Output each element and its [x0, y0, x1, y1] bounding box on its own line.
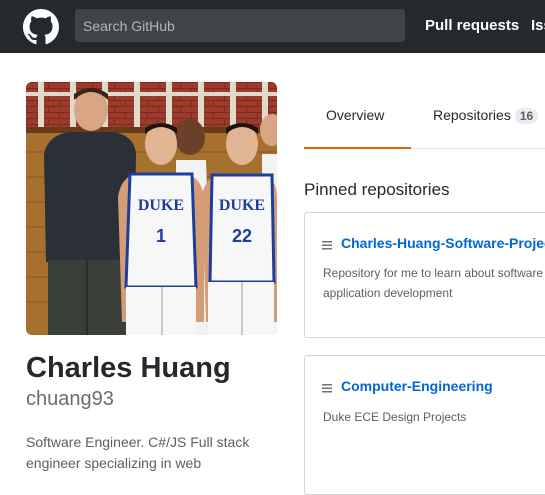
github-logo-icon[interactable]: [23, 9, 59, 45]
pinned-repo-description: Duke ECE Design Projects: [323, 410, 467, 424]
repositories-count-badge: 16: [514, 108, 539, 124]
nav-pull-requests[interactable]: Pull requests: [425, 17, 519, 34]
pinned-repo-description: Repository for me to learn about softwar…: [323, 266, 545, 300]
pinned-repo-card: Computer-Engineering Duke ECE Design Pro…: [304, 355, 545, 495]
profile-avatar[interactable]: DUKE 1 DUKE 22: [26, 82, 277, 335]
svg-text:DUKE: DUKE: [219, 197, 265, 214]
pinned-repo-card: Charles-Huang-Software-Projects Reposito…: [304, 212, 545, 338]
profile-full-name: Charles Huang: [26, 352, 231, 384]
repo-icon: [322, 384, 332, 393]
tab-overview-label: Overview: [326, 107, 385, 123]
tab-overview[interactable]: Overview: [326, 107, 384, 123]
pinned-repo-link[interactable]: Computer-Engineering: [341, 378, 493, 394]
tab-repositories-label: Repositories: [433, 107, 511, 123]
top-header: Pull requests Issues: [0, 0, 545, 53]
tab-repositories[interactable]: Repositories 16: [433, 107, 539, 124]
svg-text:1: 1: [156, 226, 166, 246]
pinned-repo-link[interactable]: Charles-Huang-Software-Projects: [341, 235, 545, 251]
svg-text:DUKE: DUKE: [138, 197, 184, 214]
nav-issues[interactable]: Issues: [531, 17, 545, 34]
profile-username: chuang93: [26, 388, 114, 410]
svg-text:22: 22: [232, 226, 252, 246]
search-input[interactable]: [75, 9, 405, 42]
pinned-repositories-heading: Pinned repositories: [304, 180, 450, 199]
avatar-photo: DUKE 1 DUKE 22: [26, 82, 277, 335]
profile-bio: Software Engineer. C#/JS Full stack engi…: [26, 434, 250, 471]
tab-selected-indicator: [304, 147, 411, 149]
repo-icon: [322, 241, 332, 250]
